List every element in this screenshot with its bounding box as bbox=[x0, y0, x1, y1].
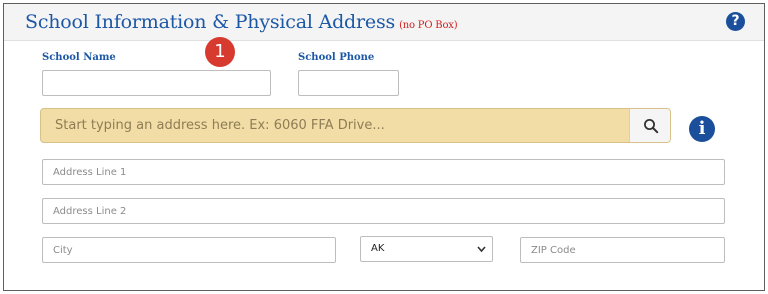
city-input[interactable] bbox=[42, 237, 336, 263]
address-search-button[interactable] bbox=[629, 109, 670, 142]
address-line-2-input[interactable] bbox=[42, 198, 725, 224]
panel-title-text: School Information & Physical Address bbox=[25, 11, 396, 33]
info-icon[interactable]: i bbox=[689, 116, 715, 142]
state-select-value: AK bbox=[371, 243, 385, 254]
address-search-bar bbox=[40, 108, 671, 143]
panel-title: School Information & Physical Address (no… bbox=[25, 11, 458, 33]
state-select[interactable]: AK bbox=[360, 236, 493, 262]
address-search-input[interactable] bbox=[41, 109, 629, 142]
help-icon[interactable]: ? bbox=[726, 12, 745, 31]
chevron-down-icon bbox=[477, 246, 486, 253]
school-phone-input[interactable] bbox=[298, 70, 399, 96]
search-icon bbox=[644, 119, 659, 134]
panel-header: School Information & Physical Address (no… bbox=[4, 4, 764, 41]
zip-code-input[interactable] bbox=[520, 237, 725, 263]
school-phone-label: School Phone bbox=[298, 52, 375, 63]
no-po-box-note: (no PO Box) bbox=[399, 20, 458, 31]
school-name-label: School Name bbox=[42, 52, 116, 63]
step-marker-badge: 1 bbox=[205, 37, 235, 67]
address-line-1-input[interactable] bbox=[42, 159, 725, 185]
school-name-input[interactable] bbox=[42, 70, 271, 96]
